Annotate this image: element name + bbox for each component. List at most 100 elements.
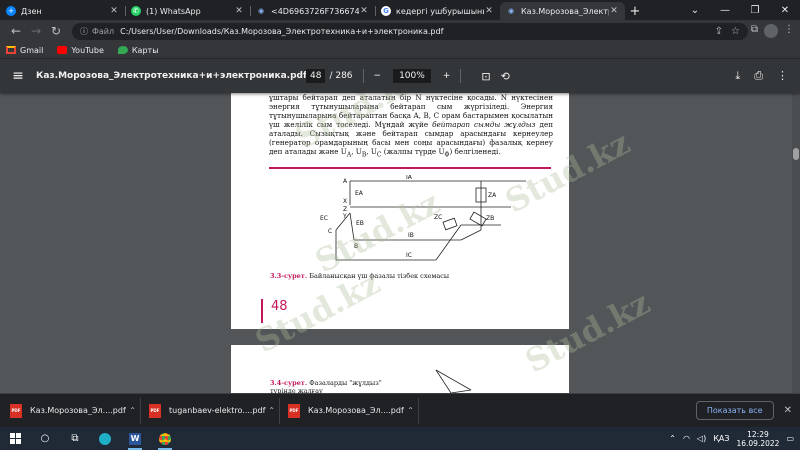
chevron-up-icon[interactable]: ⌃: [129, 406, 136, 415]
scrollbar[interactable]: [792, 93, 800, 393]
profile-avatar[interactable]: [764, 24, 778, 38]
chevron-up-icon[interactable]: ⌃: [407, 406, 414, 415]
tab-hex-doc[interactable]: ◉ <4D6963726F736674205 ✕: [250, 2, 375, 20]
site-info-icon[interactable]: ⓘ: [80, 26, 88, 37]
reload-icon[interactable]: ↻: [46, 24, 66, 38]
pdf-viewer[interactable]: ұштары бейтарап деп аталатын бір N нүкте…: [0, 93, 800, 393]
taskbar-search-icon[interactable]: ○: [30, 427, 60, 450]
fit-page-icon[interactable]: ⊡: [481, 70, 490, 83]
rotate-icon[interactable]: ⟲: [501, 70, 510, 83]
new-tab-button[interactable]: +: [625, 2, 645, 20]
clock-date: 16.09.2022: [736, 438, 780, 448]
tab-pdf-active[interactable]: ◉ Каз.Морозова_Электроте ✕: [500, 2, 625, 20]
whatsapp-icon: ✆: [131, 6, 141, 16]
label-ec: EC: [320, 215, 328, 222]
close-tab-icon[interactable]: ✕: [234, 6, 244, 16]
sidebar-menu-icon[interactable]: ≡: [0, 68, 36, 84]
label-z: Z: [343, 206, 347, 213]
tab-google-search[interactable]: G кедергі ушбурышының жә ✕: [375, 2, 500, 20]
menu-dots-icon[interactable]: ⋮: [784, 24, 794, 38]
zoom-controls: − 100% +: [374, 69, 451, 83]
pdf-page: 3.4-сурет. Фазаларды "жұлдыз" түрінде жа…: [231, 345, 569, 393]
download-item[interactable]: PDF Каз.Морозова_Эл....pdf ⌃: [284, 397, 419, 424]
minimize-icon[interactable]: —: [710, 0, 740, 20]
impedance-zb: [469, 211, 487, 227]
tab-title: Дзен: [21, 6, 42, 16]
restore-icon[interactable]: ❐: [740, 0, 770, 20]
close-shelf-icon[interactable]: ✕: [784, 405, 792, 416]
window-controls: ⌄ — ❐ ✕: [680, 0, 800, 20]
gmail-icon: [6, 46, 16, 54]
clock[interactable]: 12:29 16.09.2022: [736, 430, 779, 448]
bookmark-youtube[interactable]: YouTube: [57, 46, 104, 55]
download-name: Каз.Морозова_Эл....pdf: [30, 406, 126, 415]
more-options-icon[interactable]: ⋮: [777, 69, 788, 83]
close-tab-icon[interactable]: ✕: [359, 6, 369, 16]
back-icon[interactable]: ←: [6, 24, 26, 38]
downloads-shelf: PDF Каз.Морозова_Эл....pdf ⌃ PDF tuganba…: [0, 393, 800, 427]
zoom-input[interactable]: 100%: [393, 69, 431, 83]
address-url: C:/Users/User/Downloads/Каз.Морозова_Эле…: [120, 26, 444, 36]
globe-icon: ◉: [507, 7, 515, 15]
zoom-out-icon[interactable]: −: [374, 71, 382, 81]
bookmark-label: Карты: [131, 45, 159, 55]
tab-dzen[interactable]: + Дзен ✕: [0, 2, 125, 20]
wire-b-join: [460, 229, 482, 241]
close-tab-icon[interactable]: ✕: [109, 6, 119, 16]
close-tab-icon[interactable]: ✕: [609, 6, 619, 16]
tab-title: <4D6963726F736674205: [271, 6, 359, 16]
divider: [460, 69, 462, 83]
label-b: B: [354, 243, 358, 250]
tab-title: Каз.Морозова_Электроте: [521, 6, 609, 16]
google-icon: G: [381, 6, 391, 16]
volume-icon[interactable]: ◁): [697, 434, 706, 443]
label-ia: IA: [406, 175, 413, 181]
winding-b: [349, 212, 355, 241]
label-zb: ZB: [486, 215, 494, 222]
word-icon[interactable]: W: [120, 427, 150, 450]
bookmark-maps[interactable]: Карты: [117, 45, 159, 55]
wifi-icon[interactable]: ◠: [683, 434, 690, 443]
chrome-icon[interactable]: [150, 427, 180, 450]
bookmarks-bar: Gmail YouTube Карты: [0, 42, 800, 59]
tab-title: (1) WhatsApp: [146, 6, 201, 16]
maps-icon: [117, 46, 128, 54]
page-total: / 286: [329, 71, 353, 81]
tab-search-icon[interactable]: ⌄: [680, 0, 710, 20]
language-indicator[interactable]: ҚАЗ: [713, 434, 729, 443]
scroll-thumb[interactable]: [793, 148, 799, 160]
chevron-up-icon[interactable]: ⌃: [268, 406, 275, 415]
zoom-in-icon[interactable]: +: [443, 71, 451, 81]
start-button[interactable]: [0, 433, 30, 444]
show-all-downloads-button[interactable]: Показать все: [695, 401, 774, 420]
label-x: X: [343, 198, 347, 205]
label-y: Y: [342, 213, 347, 220]
download-item[interactable]: PDF tuganbaev-elektro....pdf ⌃: [145, 397, 280, 424]
vector-diagram: [435, 369, 472, 393]
task-view-icon[interactable]: ⧉: [60, 427, 90, 450]
chevron-up-icon[interactable]: ⌃: [669, 434, 676, 443]
extensions-icon[interactable]: ⧉: [751, 24, 758, 38]
bookmark-gmail[interactable]: Gmail: [6, 46, 43, 55]
bookmark-label: YouTube: [71, 45, 104, 55]
close-tab-icon[interactable]: ✕: [484, 6, 494, 16]
figure-caption: 3.3-сурет. Байланысқан үш фазалы тізбек …: [270, 272, 450, 280]
address-bar[interactable]: ⓘ Файл C:/Users/User/Downloads/Каз.Мороз…: [72, 22, 748, 40]
pdf-toolbar: ≡ Каз.Морозова_Электротехника+и+электрон…: [0, 59, 800, 93]
bookmark-star-icon[interactable]: ☆: [731, 26, 740, 37]
address-scheme: Файл: [92, 26, 115, 36]
pdf-file-icon: PDF: [149, 403, 161, 418]
notifications-icon[interactable]: ▭: [786, 434, 794, 443]
download-icon[interactable]: ⤓: [735, 69, 740, 83]
forward-icon[interactable]: →: [26, 24, 46, 38]
label-a: A: [343, 178, 348, 185]
download-item[interactable]: PDF Каз.Морозова_Эл....pdf ⌃: [6, 397, 141, 424]
tab-whatsapp[interactable]: ✆ (1) WhatsApp ✕: [125, 2, 250, 20]
print-icon[interactable]: ⎙: [754, 69, 763, 83]
share-icon[interactable]: ⇪: [715, 26, 723, 37]
tab-strip: + Дзен ✕ ✆ (1) WhatsApp ✕ ◉ <4D6963726F7…: [0, 0, 800, 20]
edge-icon[interactable]: [90, 427, 120, 450]
label-eb: EB: [356, 220, 364, 227]
page-number-input[interactable]: 48: [306, 69, 326, 83]
close-window-icon[interactable]: ✕: [770, 0, 800, 20]
